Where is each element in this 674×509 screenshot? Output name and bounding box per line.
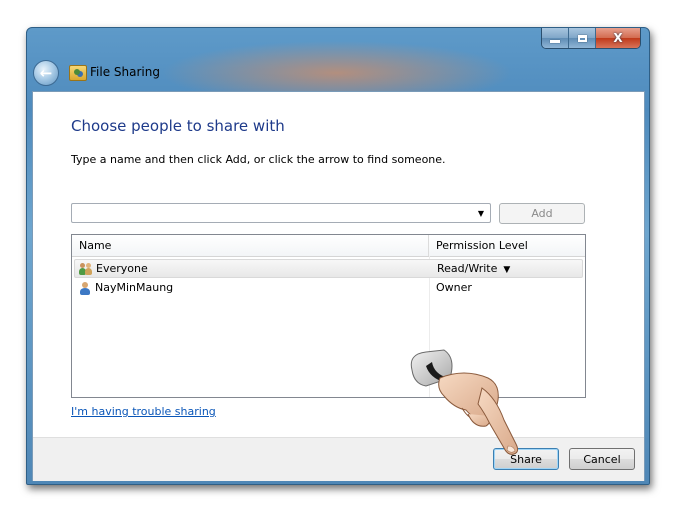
dropdown-arrow-icon[interactable]: ▼ bbox=[475, 207, 487, 219]
minimize-button[interactable] bbox=[542, 28, 568, 48]
group-icon bbox=[79, 263, 93, 276]
page-title: Choose people to share with bbox=[71, 117, 285, 135]
row-name: Everyone bbox=[96, 262, 148, 275]
maximize-icon bbox=[577, 34, 587, 42]
minimize-icon bbox=[550, 39, 560, 43]
chevron-down-icon[interactable]: ▼ bbox=[503, 265, 510, 275]
share-button[interactable]: Share bbox=[493, 448, 559, 470]
share-list: Name Permission Level Everyone Read/Writ… bbox=[71, 234, 586, 398]
column-header-permission[interactable]: Permission Level bbox=[429, 235, 585, 256]
permission-value: Read/Write bbox=[437, 262, 498, 275]
maximize-button[interactable] bbox=[568, 28, 595, 48]
cancel-button[interactable]: Cancel bbox=[569, 448, 635, 470]
list-item-naymnmaung[interactable]: NayMinMaung Owner bbox=[74, 279, 583, 298]
button-bar: Share Cancel bbox=[33, 437, 644, 481]
list-item-everyone[interactable]: Everyone Read/Write ▼ bbox=[74, 259, 583, 278]
name-input[interactable] bbox=[72, 204, 478, 222]
user-icon bbox=[78, 282, 92, 295]
back-arrow-icon: ← bbox=[39, 64, 53, 82]
name-combobox[interactable]: ▼ bbox=[71, 203, 491, 223]
window-title: File Sharing bbox=[90, 65, 160, 79]
close-icon: X bbox=[613, 31, 623, 45]
caption-buttons: X bbox=[541, 28, 641, 49]
add-button[interactable]: Add bbox=[499, 203, 585, 224]
column-header-name[interactable]: Name bbox=[72, 235, 429, 256]
window-frame: X ← File Sharing Choose people to share … bbox=[26, 27, 650, 485]
permission-dropdown[interactable]: Read/Write ▼ bbox=[437, 262, 510, 275]
row-name: NayMinMaung bbox=[95, 281, 174, 294]
back-button[interactable]: ← bbox=[33, 60, 59, 86]
permission-value: Owner bbox=[436, 281, 472, 294]
file-sharing-icon bbox=[69, 65, 87, 81]
list-header: Name Permission Level bbox=[72, 235, 585, 257]
dialog-content: Choose people to share with Type a name … bbox=[32, 91, 645, 481]
close-button[interactable]: X bbox=[595, 28, 640, 48]
trouble-sharing-link[interactable]: I'm having trouble sharing bbox=[71, 405, 216, 418]
instruction-text: Type a name and then click Add, or click… bbox=[71, 153, 446, 166]
